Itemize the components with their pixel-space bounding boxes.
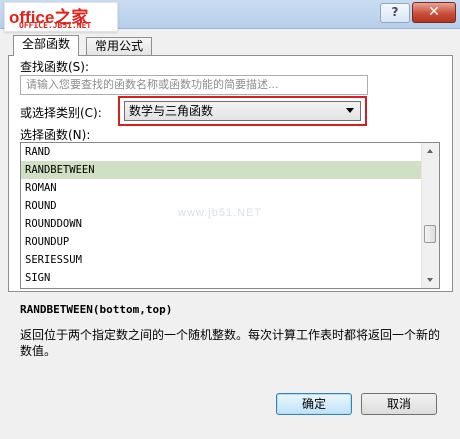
tab-all-functions[interactable]: 全部函数 bbox=[13, 35, 80, 56]
list-item[interactable]: SIGN bbox=[21, 269, 421, 287]
cancel-button[interactable]: 取消 bbox=[361, 393, 437, 415]
scroll-thumb[interactable] bbox=[424, 225, 436, 243]
help-button[interactable]: ? bbox=[380, 3, 410, 23]
title-bar: office之家 OFFICE.JB51.NET ? ✕ bbox=[0, 0, 460, 32]
tab-common-formulas[interactable]: 常用公式 bbox=[86, 37, 153, 56]
watermark: www.jb51.NET bbox=[178, 207, 263, 219]
list-item[interactable]: SERIESSUM bbox=[21, 251, 421, 269]
function-signature: RANDBETWEEN(bottom,top) bbox=[20, 303, 173, 316]
scroll-up-icon[interactable] bbox=[422, 143, 439, 159]
site-logo: office之家 OFFICE.JB51.NET bbox=[4, 2, 118, 32]
list-item[interactable]: RAND bbox=[21, 143, 421, 161]
list-item-selected[interactable]: RANDBETWEEN bbox=[21, 161, 421, 179]
search-label: 查找函数(S): bbox=[20, 60, 90, 74]
function-list-label: 选择函数(N): bbox=[20, 128, 91, 142]
ok-button[interactable]: 确定 bbox=[276, 393, 352, 415]
close-button[interactable]: ✕ bbox=[412, 2, 456, 23]
function-description: 返回位于两个指定数之间的一个随机整数。每次计算工作表时都将返回一个新的数值。 bbox=[20, 328, 441, 358]
category-highlight: 数学与三角函数 bbox=[118, 96, 367, 126]
category-label: 或选择类别(C): bbox=[20, 106, 102, 120]
scroll-down-icon[interactable] bbox=[422, 272, 439, 288]
chevron-down-icon bbox=[346, 108, 354, 113]
list-item[interactable]: ROMAN bbox=[21, 179, 421, 197]
search-input[interactable]: 请输入您要查找的函数名称或函数功能的简要描述... bbox=[20, 75, 368, 95]
category-value: 数学与三角函数 bbox=[129, 104, 214, 118]
list-item[interactable]: ROUNDUP bbox=[21, 233, 421, 251]
logo-subtext: OFFICE.JB51.NET bbox=[19, 21, 92, 30]
list-scrollbar[interactable] bbox=[421, 143, 439, 288]
category-dropdown[interactable]: 数学与三角函数 bbox=[124, 101, 361, 121]
